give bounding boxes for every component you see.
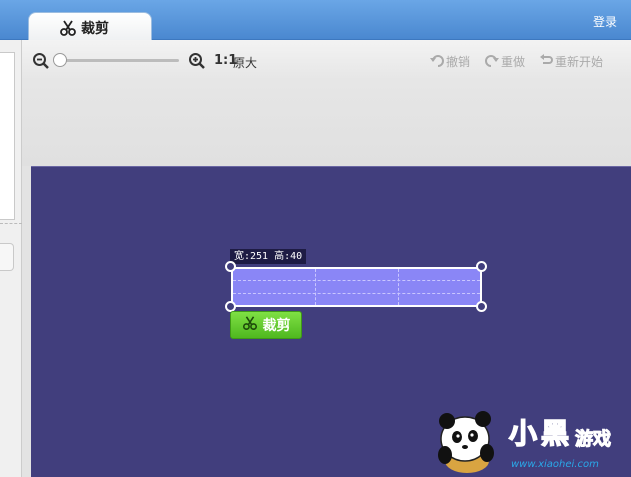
crop-selection[interactable] [231, 267, 482, 307]
scissors-icon [59, 19, 77, 40]
svg-text:www.xiaohei.com: www.xiaohei.com [511, 459, 599, 470]
grid-line [398, 269, 399, 305]
watermark-logo: 小 黑 游戏 www.xiaohei.com [431, 403, 631, 477]
undo-icon [430, 53, 444, 70]
left-panel [0, 40, 22, 477]
zoom-in-icon[interactable] [188, 52, 206, 73]
restart-label: 重新开始 [555, 55, 604, 69]
zoom-out-icon[interactable] [32, 52, 50, 73]
redo-button[interactable]: 重做 [485, 53, 525, 70]
grid-line [233, 280, 480, 281]
restart-icon [539, 53, 553, 70]
original-size-button[interactable]: 原大 [233, 54, 257, 71]
login-link[interactable]: 登录 [593, 13, 617, 30]
tab-label: 裁剪 [81, 20, 109, 37]
redo-label: 重做 [501, 55, 526, 69]
toolbar: 1:1 原大 撤销 重做 重新开始 [22, 40, 631, 166]
grid-line [315, 269, 316, 305]
top-tab-bar: 裁剪 登录 [0, 0, 631, 42]
svg-text:游戏: 游戏 [575, 428, 611, 450]
image-canvas[interactable]: 宽:251 高:40 裁剪 小 黑 游戏 www.xiaohei.com [31, 166, 631, 477]
undo-label: 撤销 [446, 55, 471, 69]
restart-button[interactable]: 重新开始 [539, 53, 603, 70]
scissors-icon [242, 315, 258, 335]
svg-text:小: 小 [509, 417, 537, 450]
resize-handle-top-right[interactable] [476, 261, 487, 272]
left-panel-tab[interactable] [0, 243, 14, 271]
svg-text:黑: 黑 [541, 417, 569, 450]
undo-button[interactable]: 撤销 [430, 53, 470, 70]
zoom-slider-handle[interactable] [53, 53, 67, 67]
redo-icon [485, 53, 499, 70]
crop-size-label: 宽:251 高:40 [230, 249, 307, 264]
left-panel-box [0, 52, 15, 220]
crop-button-label: 裁剪 [262, 318, 291, 334]
zoom-slider[interactable] [57, 59, 179, 62]
divider [0, 223, 22, 224]
resize-handle-bottom-right[interactable] [476, 301, 487, 312]
grid-line [233, 293, 480, 294]
crop-confirm-button[interactable]: 裁剪 [230, 311, 302, 339]
tab-crop[interactable]: 裁剪 [28, 12, 152, 42]
resize-handle-top-left[interactable] [225, 261, 236, 272]
